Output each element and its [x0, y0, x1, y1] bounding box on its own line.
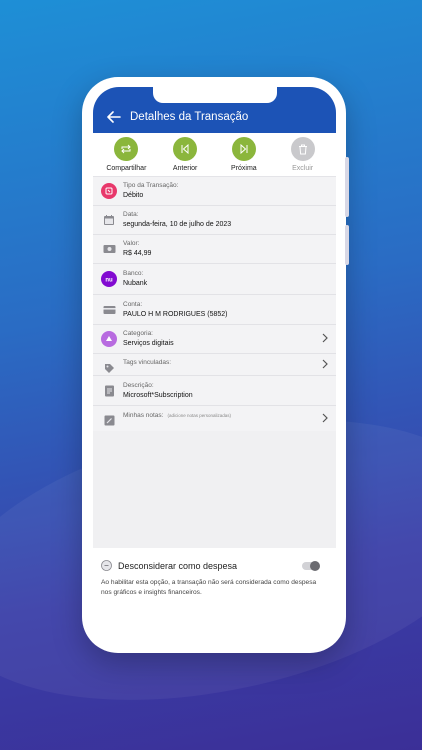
row-description: Descrição: Microsoft*Subscription: [93, 376, 336, 406]
chevron-right-icon: [322, 356, 328, 374]
row-account: Conta: PAULO H M RODRIGUES (5852): [93, 295, 336, 325]
row-value: Serviços digitais: [123, 340, 174, 347]
row-value: segunda-feira, 10 de julho de 2023: [123, 221, 232, 228]
phone-screen: Detalhes da Transação Compartilhar Anter…: [93, 87, 336, 625]
row-key: Valor:: [123, 240, 140, 247]
previous-icon: [173, 137, 198, 161]
phone-side-button: [345, 157, 349, 217]
row-key: Minhas notas:: [123, 412, 164, 419]
share-label: Compartilhar: [106, 165, 147, 172]
tag-icon: [101, 360, 117, 376]
row-value: Nubank: [123, 280, 148, 287]
row-tags[interactable]: Tags vinculadas:: [93, 354, 336, 376]
row-category[interactable]: Categoria: Serviços digitais: [93, 325, 336, 354]
row-key: Descrição:: [123, 381, 154, 389]
chevron-right-icon: [322, 330, 328, 348]
delete-label: Excluir: [292, 165, 314, 172]
back-arrow-icon[interactable]: [107, 111, 121, 123]
notes-hint: (adicione notas personalizadas): [167, 413, 232, 418]
row-value: R$ 44,99: [123, 250, 152, 257]
next-icon: [231, 137, 256, 161]
delete-button[interactable]: Excluir: [274, 137, 332, 172]
money-icon: [101, 241, 117, 257]
calendar-icon: [101, 212, 117, 228]
nubank-icon: nu: [101, 271, 117, 287]
phone-notch: [153, 87, 277, 103]
page-title: Detalhes da Transação: [130, 111, 249, 123]
ignore-expense-description: Ao habilitar esta opção, a transação não…: [101, 579, 317, 596]
svg-text:nu: nu: [105, 278, 113, 284]
previous-label: Anterior: [172, 165, 198, 172]
ignore-expense-section: Desconsiderar como despesa Ao habilitar …: [93, 548, 336, 628]
row-value: PAULO H M RODRIGUES (5852): [123, 310, 228, 318]
row-amount: Valor: R$ 44,99: [93, 235, 336, 264]
next-button[interactable]: Próxima: [215, 137, 273, 172]
row-date: Data: segunda-feira, 10 de julho de 2023: [93, 206, 336, 235]
share-button[interactable]: Compartilhar: [97, 137, 155, 172]
row-key: Data:: [123, 211, 139, 218]
ignore-expense-title: Desconsiderar como despesa: [118, 560, 238, 571]
phone-side-button: [345, 225, 349, 265]
toggle-knob: [310, 560, 320, 571]
description-icon: [101, 383, 117, 399]
details-list: Tipo da Transação: Débito Data: segunda-…: [93, 177, 336, 431]
chevron-right-icon: [322, 410, 328, 428]
notes-icon: [101, 412, 117, 428]
row-key: Conta:: [123, 300, 143, 308]
row-key: Banco:: [123, 270, 144, 277]
trash-icon: [290, 137, 315, 161]
debit-icon: [101, 183, 117, 199]
row-notes[interactable]: Minhas notas: (adicione notas personaliz…: [93, 406, 336, 431]
row-transaction-type: Tipo da Transação: Débito: [93, 177, 336, 206]
share-icon: [114, 137, 139, 161]
row-value: Microsoft*Subscription: [123, 391, 193, 399]
row-bank: nu Banco: Nubank: [93, 264, 336, 295]
next-label: Próxima: [231, 165, 257, 172]
category-icon: [101, 331, 117, 347]
row-value: Débito: [123, 192, 144, 199]
ignore-expense-icon: [101, 560, 112, 571]
row-key: Tipo da Transação:: [123, 182, 179, 189]
previous-button[interactable]: Anterior: [156, 137, 214, 172]
row-key: Categoria:: [123, 330, 153, 337]
row-key: Tags vinculadas:: [123, 359, 172, 366]
card-icon: [101, 302, 117, 318]
ignore-expense-toggle[interactable]: [302, 560, 320, 571]
action-bar: Compartilhar Anterior Próxima Excluir: [93, 133, 336, 177]
